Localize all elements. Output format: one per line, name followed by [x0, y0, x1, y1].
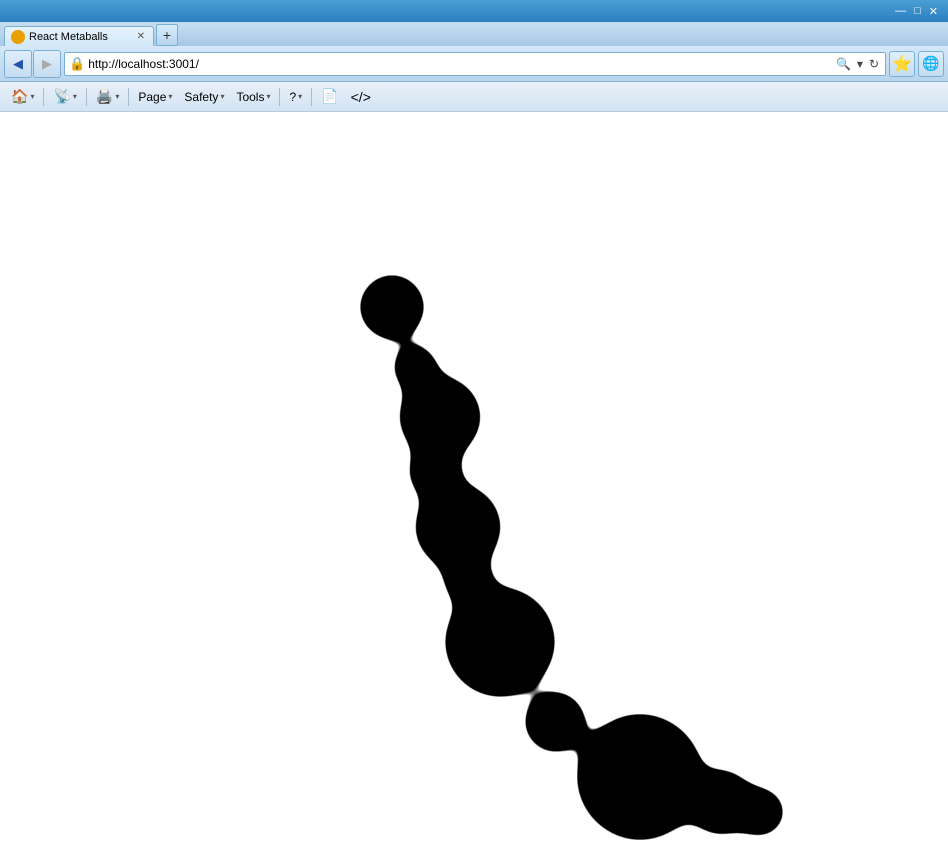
toolbar-separator-1 — [43, 88, 44, 106]
page-label: Page — [138, 90, 166, 104]
url-dropdown-button[interactable]: ▾ — [855, 57, 865, 71]
home-button[interactable]: 🏠 ▾ — [6, 86, 39, 108]
help-label: ? — [289, 90, 296, 104]
nav-button-group: ◀ ▶ — [4, 50, 61, 78]
back-button[interactable]: ◀ — [4, 50, 32, 78]
tab-favicon — [11, 30, 25, 44]
page-menu[interactable]: Page ▾ — [133, 86, 177, 108]
compat-view-button[interactable]: 📄 — [316, 86, 343, 108]
toolbar-separator-3 — [128, 88, 129, 106]
tools-label: Tools — [236, 90, 264, 104]
new-tab-button[interactable]: + — [156, 24, 178, 46]
toolbar: 🏠 ▾ 📡 ▾ 🖨️ ▾ Page ▾ Safety ▾ Tools ▾ ? ▾… — [0, 82, 948, 112]
home-icon: 🏠 — [11, 88, 28, 105]
tools-dropdown-arrow: ▾ — [266, 92, 270, 101]
minimize-button[interactable]: — — [891, 5, 910, 17]
url-actions: 🔍 ▾ ↻ — [834, 57, 881, 71]
rss-icon: 📡 — [53, 88, 70, 105]
favorites-button[interactable]: ⭐ — [889, 51, 915, 77]
safety-label: Safety — [184, 90, 218, 104]
toolbar-separator-4 — [279, 88, 280, 106]
metaballs-canvas — [0, 112, 948, 843]
title-bar: — □ ✕ — [0, 0, 948, 22]
compat-view-icon: 📄 — [321, 88, 338, 105]
maximize-button[interactable]: □ — [910, 5, 925, 17]
browser-tab[interactable]: React Metaballs ✕ — [4, 26, 154, 46]
search-button[interactable]: 🔍 — [834, 57, 853, 71]
metaballs-svg — [0, 112, 948, 843]
security-icon: 🔒 — [69, 56, 85, 72]
main-content — [0, 112, 948, 843]
toolbar-separator-2 — [86, 88, 87, 106]
devtools-icon: </> — [351, 89, 371, 105]
forward-button[interactable]: ▶ — [33, 50, 61, 78]
close-button[interactable]: ✕ — [925, 5, 942, 18]
tab-close-button[interactable]: ✕ — [135, 30, 147, 43]
print-dropdown-arrow: ▾ — [115, 92, 119, 101]
print-button[interactable]: 🖨️ ▾ — [91, 86, 124, 108]
help-dropdown-arrow: ▾ — [298, 92, 302, 101]
devtools-button[interactable]: </> — [346, 86, 376, 108]
page-dropdown-arrow: ▾ — [168, 92, 172, 101]
ie-logo-button[interactable]: 🌐 — [918, 51, 944, 77]
safety-dropdown-arrow: ▾ — [220, 92, 224, 101]
rss-button[interactable]: 📡 ▾ — [48, 86, 81, 108]
print-icon: 🖨️ — [96, 88, 113, 105]
tab-label: React Metaballs — [29, 31, 108, 43]
tools-menu[interactable]: Tools ▾ — [231, 86, 275, 108]
home-dropdown-arrow: ▾ — [30, 92, 34, 101]
url-input[interactable] — [88, 57, 831, 71]
refresh-button[interactable]: ↻ — [867, 57, 881, 71]
safety-menu[interactable]: Safety ▾ — [179, 86, 229, 108]
tab-bar: React Metaballs ✕ + — [0, 22, 948, 46]
rss-dropdown-arrow: ▾ — [73, 92, 77, 101]
address-bar: ◀ ▶ 🔒 🔍 ▾ ↻ ⭐ 🌐 — [0, 46, 948, 82]
toolbar-separator-5 — [311, 88, 312, 106]
help-button[interactable]: ? ▾ — [284, 86, 307, 108]
url-bar-container: 🔒 🔍 ▾ ↻ — [64, 52, 886, 76]
